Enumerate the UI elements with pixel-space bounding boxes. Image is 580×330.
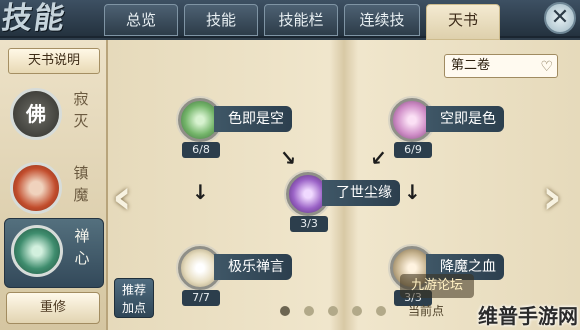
page-dot[interactable] — [280, 306, 290, 316]
page-dot[interactable] — [352, 306, 362, 316]
arrow-down-right-icon: ↓ — [274, 143, 303, 173]
sidebar-item-label: 镇魔 — [73, 164, 89, 204]
skill-level: 6/8 — [182, 142, 220, 158]
top-bar: 技能 总览 技能 技能栏 连续技 天书 ✕ — [0, 0, 580, 40]
window-title: 技能 — [0, 1, 69, 36]
skill-name: 色即是空 — [214, 106, 292, 132]
skill-name: 极乐禅言 — [214, 254, 292, 280]
volume-select[interactable]: 第二卷 ♡ — [444, 54, 558, 78]
tab-label: 总览 — [125, 11, 156, 29]
page-indicator — [280, 306, 400, 318]
tab-overview[interactable]: 总览 — [104, 4, 178, 36]
chevron-down-icon: ♡ — [540, 59, 553, 75]
sidebar-item-label: 寂灭 — [73, 90, 89, 130]
volume-select-value: 第二卷 — [451, 58, 491, 73]
tab-label: 连续技 — [359, 11, 405, 29]
page-dot[interactable] — [376, 306, 386, 316]
book-description-button[interactable]: 天书说明 — [8, 48, 100, 74]
sidebar-item-zhenmo[interactable]: 镇魔 — [4, 156, 104, 226]
skill-level: 7/7 — [182, 290, 220, 306]
reset-button[interactable]: 重修 — [6, 292, 100, 324]
tab-label: 技能栏 — [278, 11, 324, 29]
skill-name: 了世尘缘 — [322, 180, 400, 206]
buddha-orb-icon: 佛 — [10, 88, 62, 140]
watermark-site: 维普手游网 — [478, 304, 578, 328]
arrow-down-icon: ↓ — [192, 180, 209, 204]
prev-page-arrow[interactable]: ‹ — [108, 172, 136, 226]
skill-level: 6/9 — [394, 142, 432, 158]
sidebar-item-chanxin[interactable]: 禅心 — [4, 218, 104, 288]
tab-label: 天书 — [447, 11, 478, 29]
page-dot[interactable] — [304, 306, 314, 316]
current-points-label: 当前点 — [408, 304, 445, 318]
demon-seal-orb-icon — [10, 162, 62, 214]
skill-name: 空即是色 — [426, 106, 504, 132]
next-page-arrow[interactable]: › — [538, 172, 566, 226]
page-dot[interactable] — [328, 306, 338, 316]
tab-skill-bar[interactable]: 技能栏 — [264, 4, 338, 36]
recommend-points-button[interactable]: 推荐 加点 — [114, 278, 154, 318]
sidebar: 天书说明 佛 寂灭 镇魔 禅心 重修 — [0, 40, 108, 330]
skill-level: 3/3 — [290, 216, 328, 232]
watermark-forum: 九游论坛 — [400, 274, 474, 298]
arrow-down-left-icon: ↓ — [364, 143, 393, 173]
tab-heavenly-book[interactable]: 天书 — [426, 4, 500, 40]
close-icon: ✕ — [550, 5, 570, 30]
sidebar-item-label: 禅心 — [74, 227, 90, 267]
tab-label: 技能 — [205, 11, 236, 29]
sidebar-item-jimie[interactable]: 佛 寂灭 — [4, 82, 104, 152]
arrow-down-icon: ↓ — [404, 180, 421, 204]
skill-book-panel: 第二卷 ♡ ‹ › 色即是空 6/8 空即是色 6/9 ↓ ↓ 了世尘缘 3/3… — [108, 40, 580, 330]
close-button[interactable]: ✕ — [544, 2, 576, 34]
lotus-orb-icon — [11, 225, 63, 277]
tab-combo[interactable]: 连续技 — [344, 4, 420, 36]
tab-skills[interactable]: 技能 — [184, 4, 258, 36]
